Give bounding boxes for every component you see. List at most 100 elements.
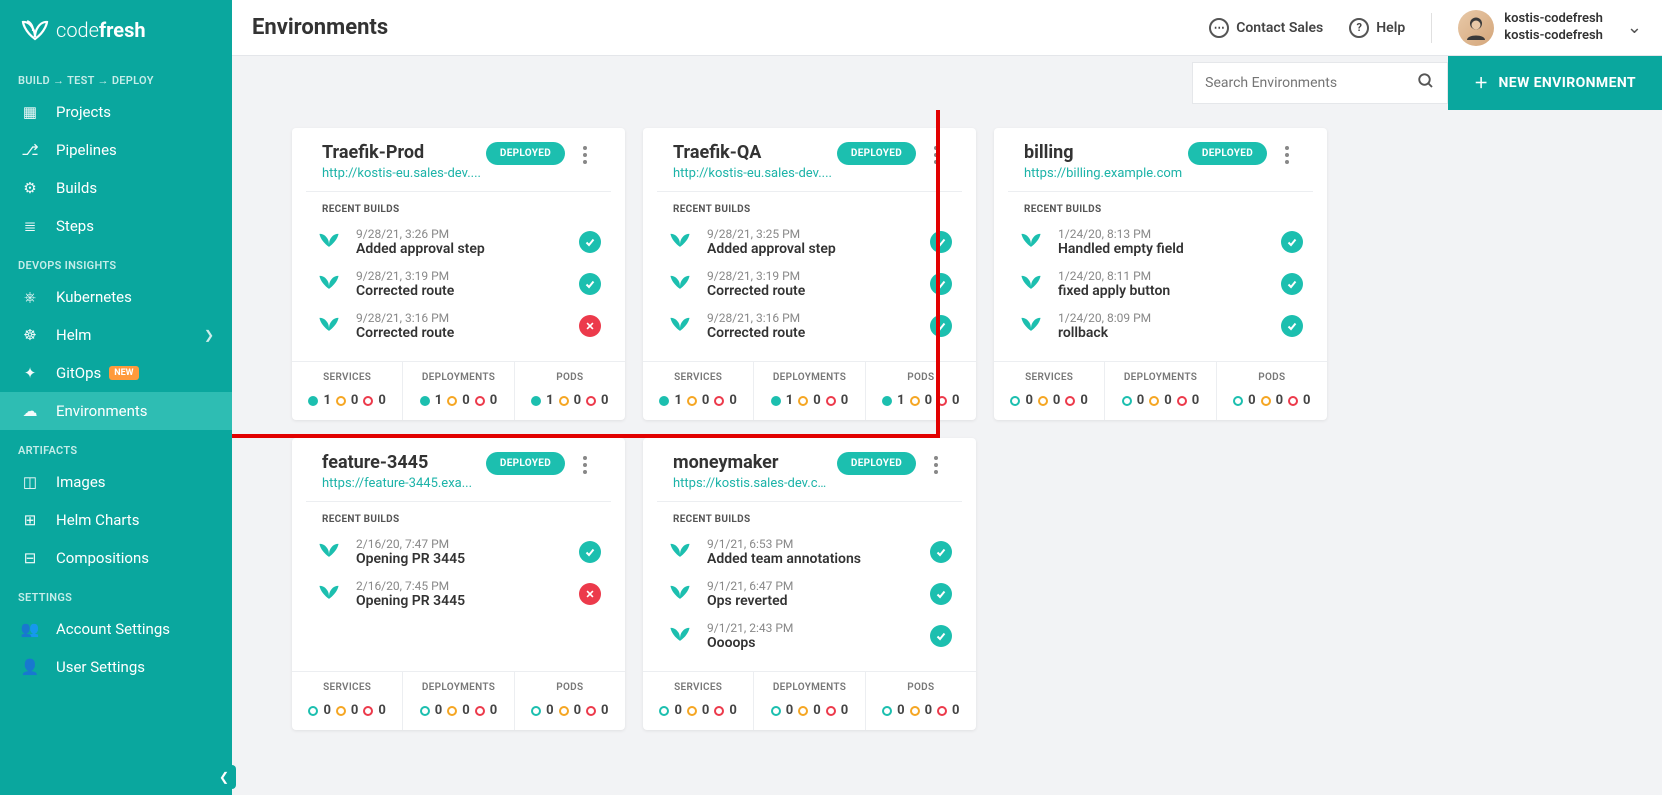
account-settings-icon: 👥: [18, 620, 42, 638]
status-dot: [687, 706, 697, 716]
build-row[interactable]: 1/24/20, 8:13 PMHandled empty field: [994, 221, 1327, 263]
sidebar: codefresh BUILD → TEST → DEPLOY ▦Project…: [0, 0, 232, 795]
chevron-down-icon: ⌄: [1627, 17, 1642, 38]
logo[interactable]: codefresh: [0, 0, 232, 60]
projects-icon: ▦: [18, 103, 42, 121]
status-dot: [1233, 396, 1243, 406]
leaf-icon: [316, 582, 342, 606]
sidebar-item-builds[interactable]: ⚙Builds: [0, 169, 232, 207]
sidebar-item-images[interactable]: ◫Images: [0, 463, 232, 501]
build-date: 9/28/21, 3:26 PM: [356, 227, 565, 241]
sidebar-item-pipelines[interactable]: ⎇Pipelines: [0, 131, 232, 169]
build-status-ok-icon: [930, 541, 952, 563]
build-row[interactable]: 1/24/20, 8:11 PMfixed apply button: [994, 263, 1327, 305]
build-date: 9/28/21, 3:19 PM: [707, 269, 916, 283]
status-dot: [1177, 396, 1187, 406]
help-link[interactable]: ?Help: [1349, 18, 1405, 38]
card-menu-button[interactable]: [926, 452, 946, 474]
section-artifacts: ARTIFACTS: [0, 430, 232, 463]
deployed-badge: DEPLOYED: [837, 452, 916, 475]
footer-col: DEPLOYMENTS 1 0 0: [754, 362, 865, 420]
contact-sales-link[interactable]: ⋯Contact Sales: [1209, 18, 1323, 38]
environment-url[interactable]: http://kostis-eu.sales-dev....: [673, 166, 833, 181]
build-status-ok-icon: [579, 541, 601, 563]
recent-builds-label: RECENT BUILDS: [643, 502, 976, 531]
build-row[interactable]: 9/1/21, 2:43 PMOooops: [643, 615, 976, 657]
build-row[interactable]: 1/24/20, 8:09 PMrollback: [994, 305, 1327, 347]
build-row[interactable]: 9/1/21, 6:53 PMAdded team annotations: [643, 531, 976, 573]
status-dot: [586, 706, 596, 716]
build-status-fail-icon: [579, 315, 601, 337]
search-input[interactable]: [1192, 62, 1448, 104]
status-dot: [771, 706, 781, 716]
environment-name: billing: [1024, 142, 1188, 163]
card-menu-button[interactable]: [575, 142, 595, 164]
images-icon: ◫: [18, 473, 42, 491]
build-row[interactable]: 2/16/20, 7:47 PMOpening PR 3445: [292, 531, 625, 573]
leaf-icon: [1018, 230, 1044, 254]
status-dot: [1122, 396, 1132, 406]
sidebar-item-helm-charts[interactable]: ⊞Helm Charts: [0, 501, 232, 539]
sidebar-item-user-settings[interactable]: 👤User Settings: [0, 648, 232, 686]
environment-url[interactable]: http://kostis-eu.sales-dev....: [322, 166, 482, 181]
status-dot: [475, 396, 485, 406]
plus-icon: ＋: [1474, 73, 1488, 93]
status-dot: [336, 396, 346, 406]
build-row[interactable]: 9/28/21, 3:19 PMCorrected route: [643, 263, 976, 305]
build-row[interactable]: 9/28/21, 3:16 PMCorrected route: [643, 305, 976, 347]
user-menu[interactable]: kostis-codefreshkostis-codefresh ⌄: [1458, 10, 1642, 46]
section-build: BUILD → TEST → DEPLOY: [0, 60, 232, 93]
sidebar-item-account-settings[interactable]: 👥Account Settings: [0, 610, 232, 648]
footer-col: SERVICES 0 0 0: [994, 362, 1105, 420]
sidebar-item-steps[interactable]: ≣Steps: [0, 207, 232, 245]
status-dot: [826, 396, 836, 406]
sidebar-item-environments[interactable]: ☁Environments: [0, 392, 232, 430]
environment-url[interactable]: https://feature-3445.exa...: [322, 476, 482, 491]
environment-url[interactable]: https://kostis.sales-dev.co...: [673, 476, 833, 491]
environment-name: feature-3445: [322, 452, 486, 473]
card-footer: SERVICES 1 0 0 DEPLOYMENTS 1 0 0 PODS 1 …: [643, 361, 976, 420]
environment-url[interactable]: https://billing.example.com: [1024, 166, 1184, 181]
status-dot: [531, 396, 541, 406]
chevron-right-icon: ❯: [204, 328, 214, 342]
card-menu-button[interactable]: [1277, 142, 1297, 164]
sidebar-item-projects[interactable]: ▦Projects: [0, 93, 232, 131]
logo-icon: [20, 19, 50, 41]
status-dot: [531, 706, 541, 716]
environment-card: moneymaker https://kostis.sales-dev.co..…: [643, 438, 976, 730]
card-menu-button[interactable]: [575, 452, 595, 474]
environment-card: Traefik-Prod http://kostis-eu.sales-dev.…: [292, 128, 625, 420]
build-status-ok-icon: [930, 625, 952, 647]
build-row[interactable]: 9/28/21, 3:16 PMCorrected route: [292, 305, 625, 347]
status-dot: [882, 396, 892, 406]
leaf-icon: [1018, 314, 1044, 338]
sidebar-item-gitops[interactable]: ✦GitOpsNEW: [0, 354, 232, 392]
sidebar-item-helm[interactable]: ☸Helm❯: [0, 316, 232, 354]
chat-icon: ⋯: [1209, 18, 1229, 38]
build-date: 9/28/21, 3:19 PM: [356, 269, 565, 283]
build-title: Added approval step: [707, 241, 916, 257]
environment-name: Traefik-Prod: [322, 142, 486, 163]
status-dot: [714, 706, 724, 716]
status-dot: [336, 706, 346, 716]
build-row[interactable]: 9/1/21, 6:47 PMOps reverted: [643, 573, 976, 615]
build-row[interactable]: 9/28/21, 3:19 PMCorrected route: [292, 263, 625, 305]
build-row[interactable]: 2/16/20, 7:45 PMOpening PR 3445: [292, 573, 625, 615]
status-dot: [475, 706, 485, 716]
status-dot: [910, 706, 920, 716]
sidebar-item-kubernetes[interactable]: ⎈Kubernetes: [0, 278, 232, 316]
card-menu-button[interactable]: [926, 142, 946, 164]
toolbar: ＋NEW ENVIRONMENT: [232, 56, 1662, 110]
card-footer: SERVICES 0 0 0 DEPLOYMENTS 0 0 0 PODS 0 …: [994, 361, 1327, 420]
deployed-badge: DEPLOYED: [486, 142, 565, 165]
build-row[interactable]: 9/28/21, 3:25 PMAdded approval step: [643, 221, 976, 263]
build-date: 2/16/20, 7:45 PM: [356, 579, 565, 593]
new-environment-button[interactable]: ＋NEW ENVIRONMENT: [1448, 56, 1662, 110]
footer-col: PODS 0 0 0: [1217, 362, 1327, 420]
build-status-ok-icon: [930, 315, 952, 337]
sidebar-item-compositions[interactable]: ⊟Compositions: [0, 539, 232, 577]
build-row[interactable]: 9/28/21, 3:26 PMAdded approval step: [292, 221, 625, 263]
build-title: Corrected route: [356, 325, 565, 341]
status-dot: [308, 396, 318, 406]
status-dot: [798, 706, 808, 716]
